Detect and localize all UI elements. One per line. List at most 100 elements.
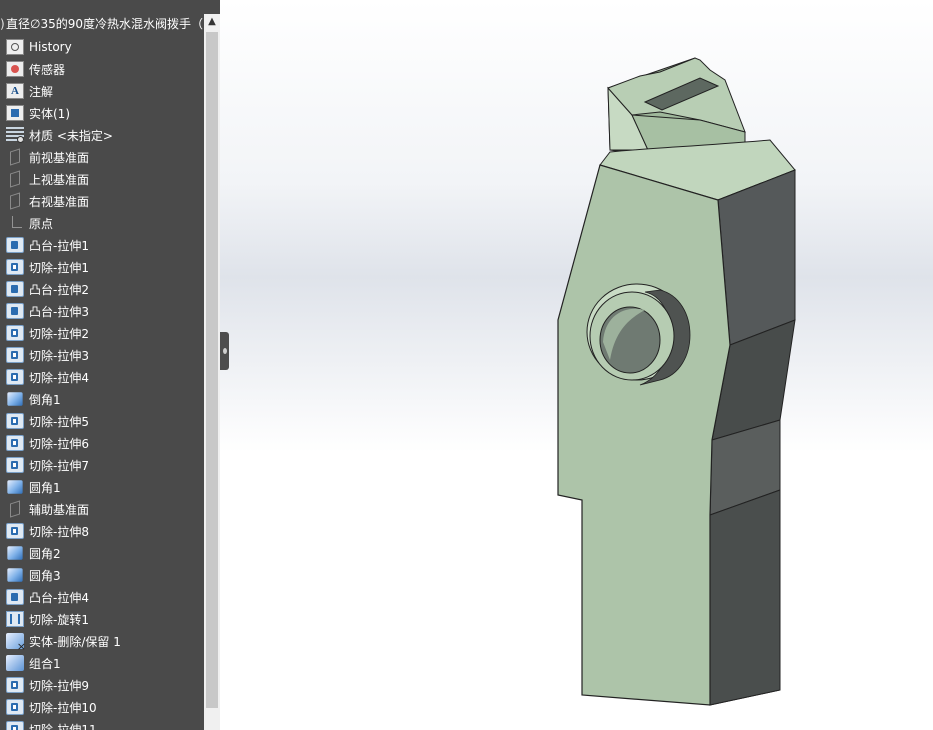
feature-tree-item[interactable]: 切除-拉伸5: [0, 410, 204, 432]
cut-extrude-icon: [6, 325, 24, 341]
boss-extrude-icon: [6, 589, 24, 605]
feature-tree-item[interactable]: 实体(1): [0, 102, 204, 124]
history-icon: [6, 39, 24, 55]
solid-bodies-icon: [6, 105, 24, 121]
feature-tree-item[interactable]: 圆角2: [0, 542, 204, 564]
feature-tree-item-label: 切除-拉伸7: [29, 458, 89, 473]
plane-icon: [6, 193, 24, 209]
body-side-upper: [717, 169, 796, 346]
panel-splitter-handle[interactable]: [220, 332, 229, 370]
boss-extrude-icon: [6, 237, 24, 253]
feature-tree-item-label: History: [29, 40, 72, 54]
tree-scrollbar[interactable]: ▲: [204, 14, 220, 730]
body-side-lower: [709, 489, 781, 706]
fillet-icon: [7, 568, 23, 582]
feature-tree-item[interactable]: 实体-删除/保留 1: [0, 630, 204, 653]
feature-tree-item[interactable]: 右视基准面: [0, 190, 204, 212]
feature-manager-tree: )直径∅35的90度冷热水混水阀拨手（ History 传感器 A 注解实体(1) 材质…: [0, 0, 220, 730]
feature-tree-item-label: 材质 <未指定>: [29, 128, 113, 143]
feature-tree-item-label: 圆角2: [29, 546, 61, 561]
cut-extrude-icon: [6, 699, 24, 715]
fillet-icon: [7, 546, 23, 560]
boss-extrude-icon: [6, 303, 24, 319]
graphics-viewport[interactable]: [220, 0, 933, 730]
boss-extrude-icon: [6, 281, 24, 297]
feature-tree-item-label: 切除-拉伸3: [29, 348, 89, 363]
feature-tree-item[interactable]: 切除-拉伸11: [0, 718, 204, 730]
feature-tree-item-label: 切除-拉伸4: [29, 370, 89, 385]
feature-tree-item[interactable]: 原点: [0, 212, 204, 234]
feature-tree-item-label: 切除-旋转1: [29, 612, 89, 627]
plane-icon: [6, 149, 24, 165]
cut-extrude-icon: [6, 523, 24, 539]
feature-tree-item-label: 实体(1): [29, 106, 70, 121]
feature-tree-item[interactable]: 切除-拉伸4: [0, 366, 204, 388]
tree-root-title: 直径∅35的90度冷热水混水阀拨手（: [6, 17, 203, 31]
part-model-3d-view[interactable]: [220, 0, 933, 730]
feature-tree-item-label: 切除-拉伸8: [29, 524, 89, 539]
feature-tree-item[interactable]: 切除-拉伸2: [0, 322, 204, 344]
feature-tree-item[interactable]: 圆角3: [0, 564, 204, 586]
feature-tree-item-label: 凸台-拉伸4: [29, 590, 89, 605]
cut-extrude-icon: [6, 259, 24, 275]
cut-extrude-icon: [6, 677, 24, 693]
body-front-face: [557, 164, 731, 706]
feature-tree-item-label: 凸台-拉伸2: [29, 282, 89, 297]
feature-tree-item-label: 凸台-拉伸3: [29, 304, 89, 319]
feature-tree-item-label: 圆角1: [29, 480, 61, 495]
feature-tree-item-label: 右视基准面: [29, 194, 90, 209]
cut-extrude-icon: [6, 347, 24, 363]
feature-tree-item[interactable]: 切除-拉伸7: [0, 454, 204, 476]
feature-tree-item[interactable]: 凸台-拉伸4: [0, 586, 204, 608]
cut-revolve-icon: [6, 611, 24, 627]
feature-tree-item-label: 切除-拉伸6: [29, 436, 89, 451]
feature-tree-item[interactable]: 切除-拉伸10: [0, 696, 204, 718]
feature-tree-item-label: 切除-拉伸10: [29, 700, 97, 715]
feature-tree-item-label: 原点: [29, 216, 54, 231]
scroll-up-arrow-icon[interactable]: ▲: [204, 14, 220, 30]
feature-tree-item[interactable]: 圆角1: [0, 476, 204, 498]
feature-tree-item[interactable]: 倒角1: [0, 388, 204, 410]
feature-tree-item[interactable]: 切除-拉伸1: [0, 256, 204, 278]
tree-root-item[interactable]: )直径∅35的90度冷热水混水阀拨手（: [0, 14, 204, 34]
feature-tree-item-label: 凸台-拉伸1: [29, 238, 89, 253]
feature-tree-item[interactable]: 上视基准面: [0, 168, 204, 190]
feature-tree-item-label: 圆角3: [29, 568, 61, 583]
feature-tree-item-label: 切除-拉伸2: [29, 326, 89, 341]
feature-tree-item[interactable]: 切除-拉伸9: [0, 674, 204, 696]
feature-tree-item[interactable]: 切除-拉伸8: [0, 520, 204, 542]
feature-tree-item-label: 上视基准面: [29, 172, 90, 187]
scrollbar-thumb[interactable]: [206, 32, 218, 708]
cut-extrude-icon: [6, 721, 24, 730]
feature-tree-item[interactable]: 传感器: [0, 58, 204, 80]
annotation-icon: A: [6, 83, 24, 99]
feature-tree-item[interactable]: 切除-旋转1: [0, 608, 204, 630]
delete-body-icon: [6, 633, 26, 653]
feature-tree-item-label: 组合1: [29, 656, 61, 671]
feature-tree-item[interactable]: A 注解: [0, 80, 204, 102]
sensor-icon: [6, 61, 24, 77]
feature-tree-item-label: 切除-拉伸1: [29, 260, 89, 275]
feature-tree-item-label: 切除-拉伸5: [29, 414, 89, 429]
feature-tree-item[interactable]: 凸台-拉伸2: [0, 278, 204, 300]
feature-tree-item[interactable]: 凸台-拉伸1: [0, 234, 204, 256]
origin-icon: [6, 215, 24, 231]
feature-tree-item-label: 倒角1: [29, 392, 61, 407]
feature-tree-item[interactable]: 切除-拉伸6: [0, 432, 204, 454]
fillet-icon: [7, 480, 23, 494]
feature-tree-item[interactable]: History: [0, 36, 204, 58]
feature-tree-item[interactable]: 组合1: [0, 652, 204, 674]
feature-tree-item[interactable]: 辅助基准面: [0, 498, 204, 520]
feature-tree-item[interactable]: 凸台-拉伸3: [0, 300, 204, 322]
cut-extrude-icon: [6, 413, 24, 429]
cut-extrude-icon: [6, 369, 24, 385]
feature-tree-item-label: 前视基准面: [29, 150, 90, 165]
feature-tree-item-label: 切除-拉伸9: [29, 678, 89, 693]
feature-tree-item[interactable]: 切除-拉伸3: [0, 344, 204, 366]
feature-tree-item[interactable]: 前视基准面: [0, 146, 204, 168]
feature-tree-item[interactable]: 材质 <未指定>: [0, 124, 204, 146]
feature-tree-item-label: 辅助基准面: [29, 502, 90, 517]
combine-icon: [6, 655, 24, 671]
chamfer-icon: [7, 392, 23, 406]
feature-list: History 传感器 A 注解实体(1) 材质 <未指定> 前视基准面上视基准面右视基准…: [0, 36, 204, 730]
